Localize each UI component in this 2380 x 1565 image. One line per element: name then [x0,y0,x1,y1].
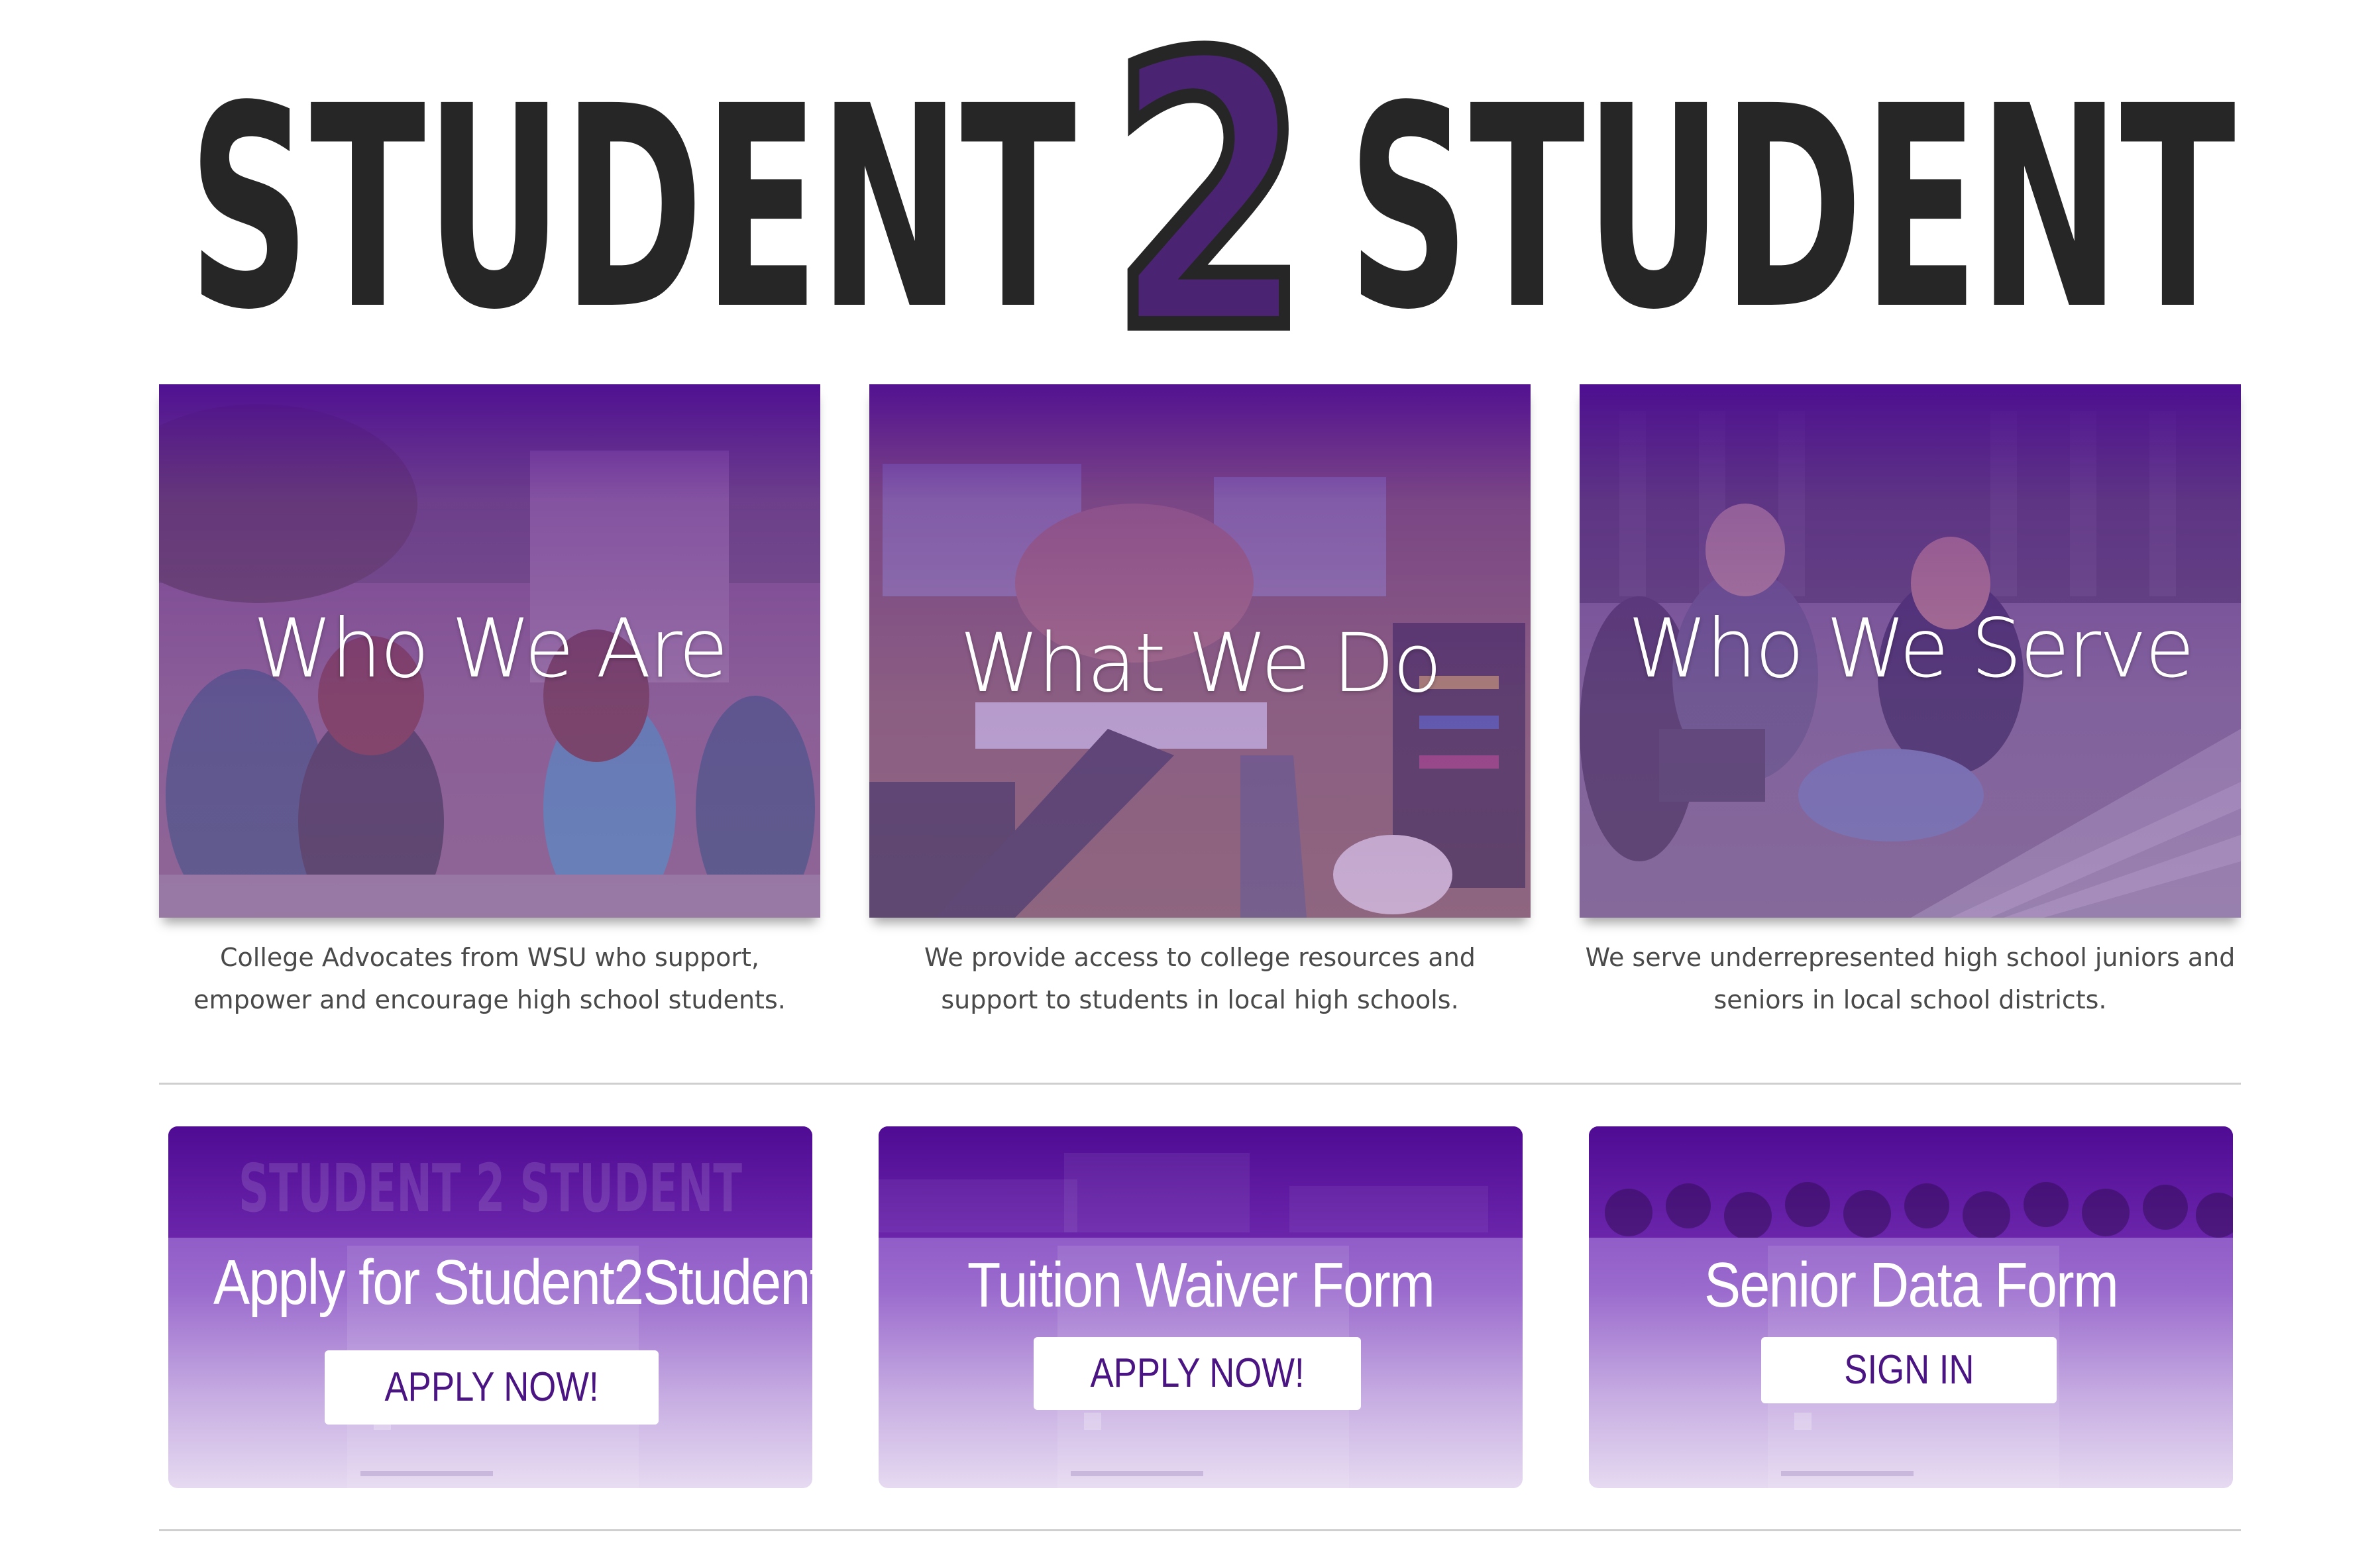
feature-heading: Who We Serve [1627,602,2195,696]
students-walking-photo[interactable]: Who We Are [159,384,820,918]
feature-heading: Who We Are [252,602,729,696]
apply-now-button[interactable]: APPLY NOW! [1034,1337,1361,1410]
feature-heading: What We Do [959,616,1442,710]
section-divider [159,1529,2241,1531]
logo-number: 2 [1110,40,1309,338]
form-card-title: Apply for Student2Student [213,1247,812,1318]
feature-caption: College Advocates from WSU who support, … [193,943,786,1014]
band-watermark-text: STUDENT 2 STUDENT [239,1150,742,1227]
apply-now-button[interactable]: APPLY NOW! [325,1350,659,1425]
section-divider [159,1083,2241,1085]
feature-what-we-do[interactable]: What We Do We provide access to college … [869,384,1531,1021]
card-header-band [879,1126,1523,1238]
logo-left-word: STUDENT [188,47,1077,338]
student2student-logo[interactable]: STUDENT 2 STUDENT [188,40,2236,338]
form-card-senior-data[interactable]: Senior Data Form SIGN IN [1589,1126,2233,1488]
logo-right-word: STUDENT [1348,47,2236,338]
form-card-apply[interactable]: STUDENT 2 STUDENT Apply for Student2Stud… [168,1126,812,1488]
fist-bump-photo[interactable]: What We Do [869,384,1531,918]
feature-who-we-serve[interactable]: Who We Serve We serve underrepresented h… [1580,384,2241,1021]
feature-who-we-are[interactable]: Who We Are College Advocates from WSU wh… [159,384,820,1021]
form-card-title: Tuition Waiver Form [967,1250,1435,1321]
sign-in-button[interactable]: SIGN IN [1761,1337,2057,1403]
card-header-band: STUDENT 2 STUDENT [168,1126,812,1238]
feature-caption: We serve underrepresented high school ju… [1585,943,2236,1014]
form-card-title: Senior Data Form [1704,1250,2119,1321]
card-header-band [1589,1126,2233,1238]
students-on-steps-photo[interactable]: Who We Serve [1580,384,2241,918]
page: STUDENT 2 STUDENT Who We Are College Adv… [0,0,2380,1565]
feature-caption: We provide access to college resources a… [924,943,1476,1014]
form-card-tuition-waiver[interactable]: Tuition Waiver Form APPLY NOW! [879,1126,1523,1488]
